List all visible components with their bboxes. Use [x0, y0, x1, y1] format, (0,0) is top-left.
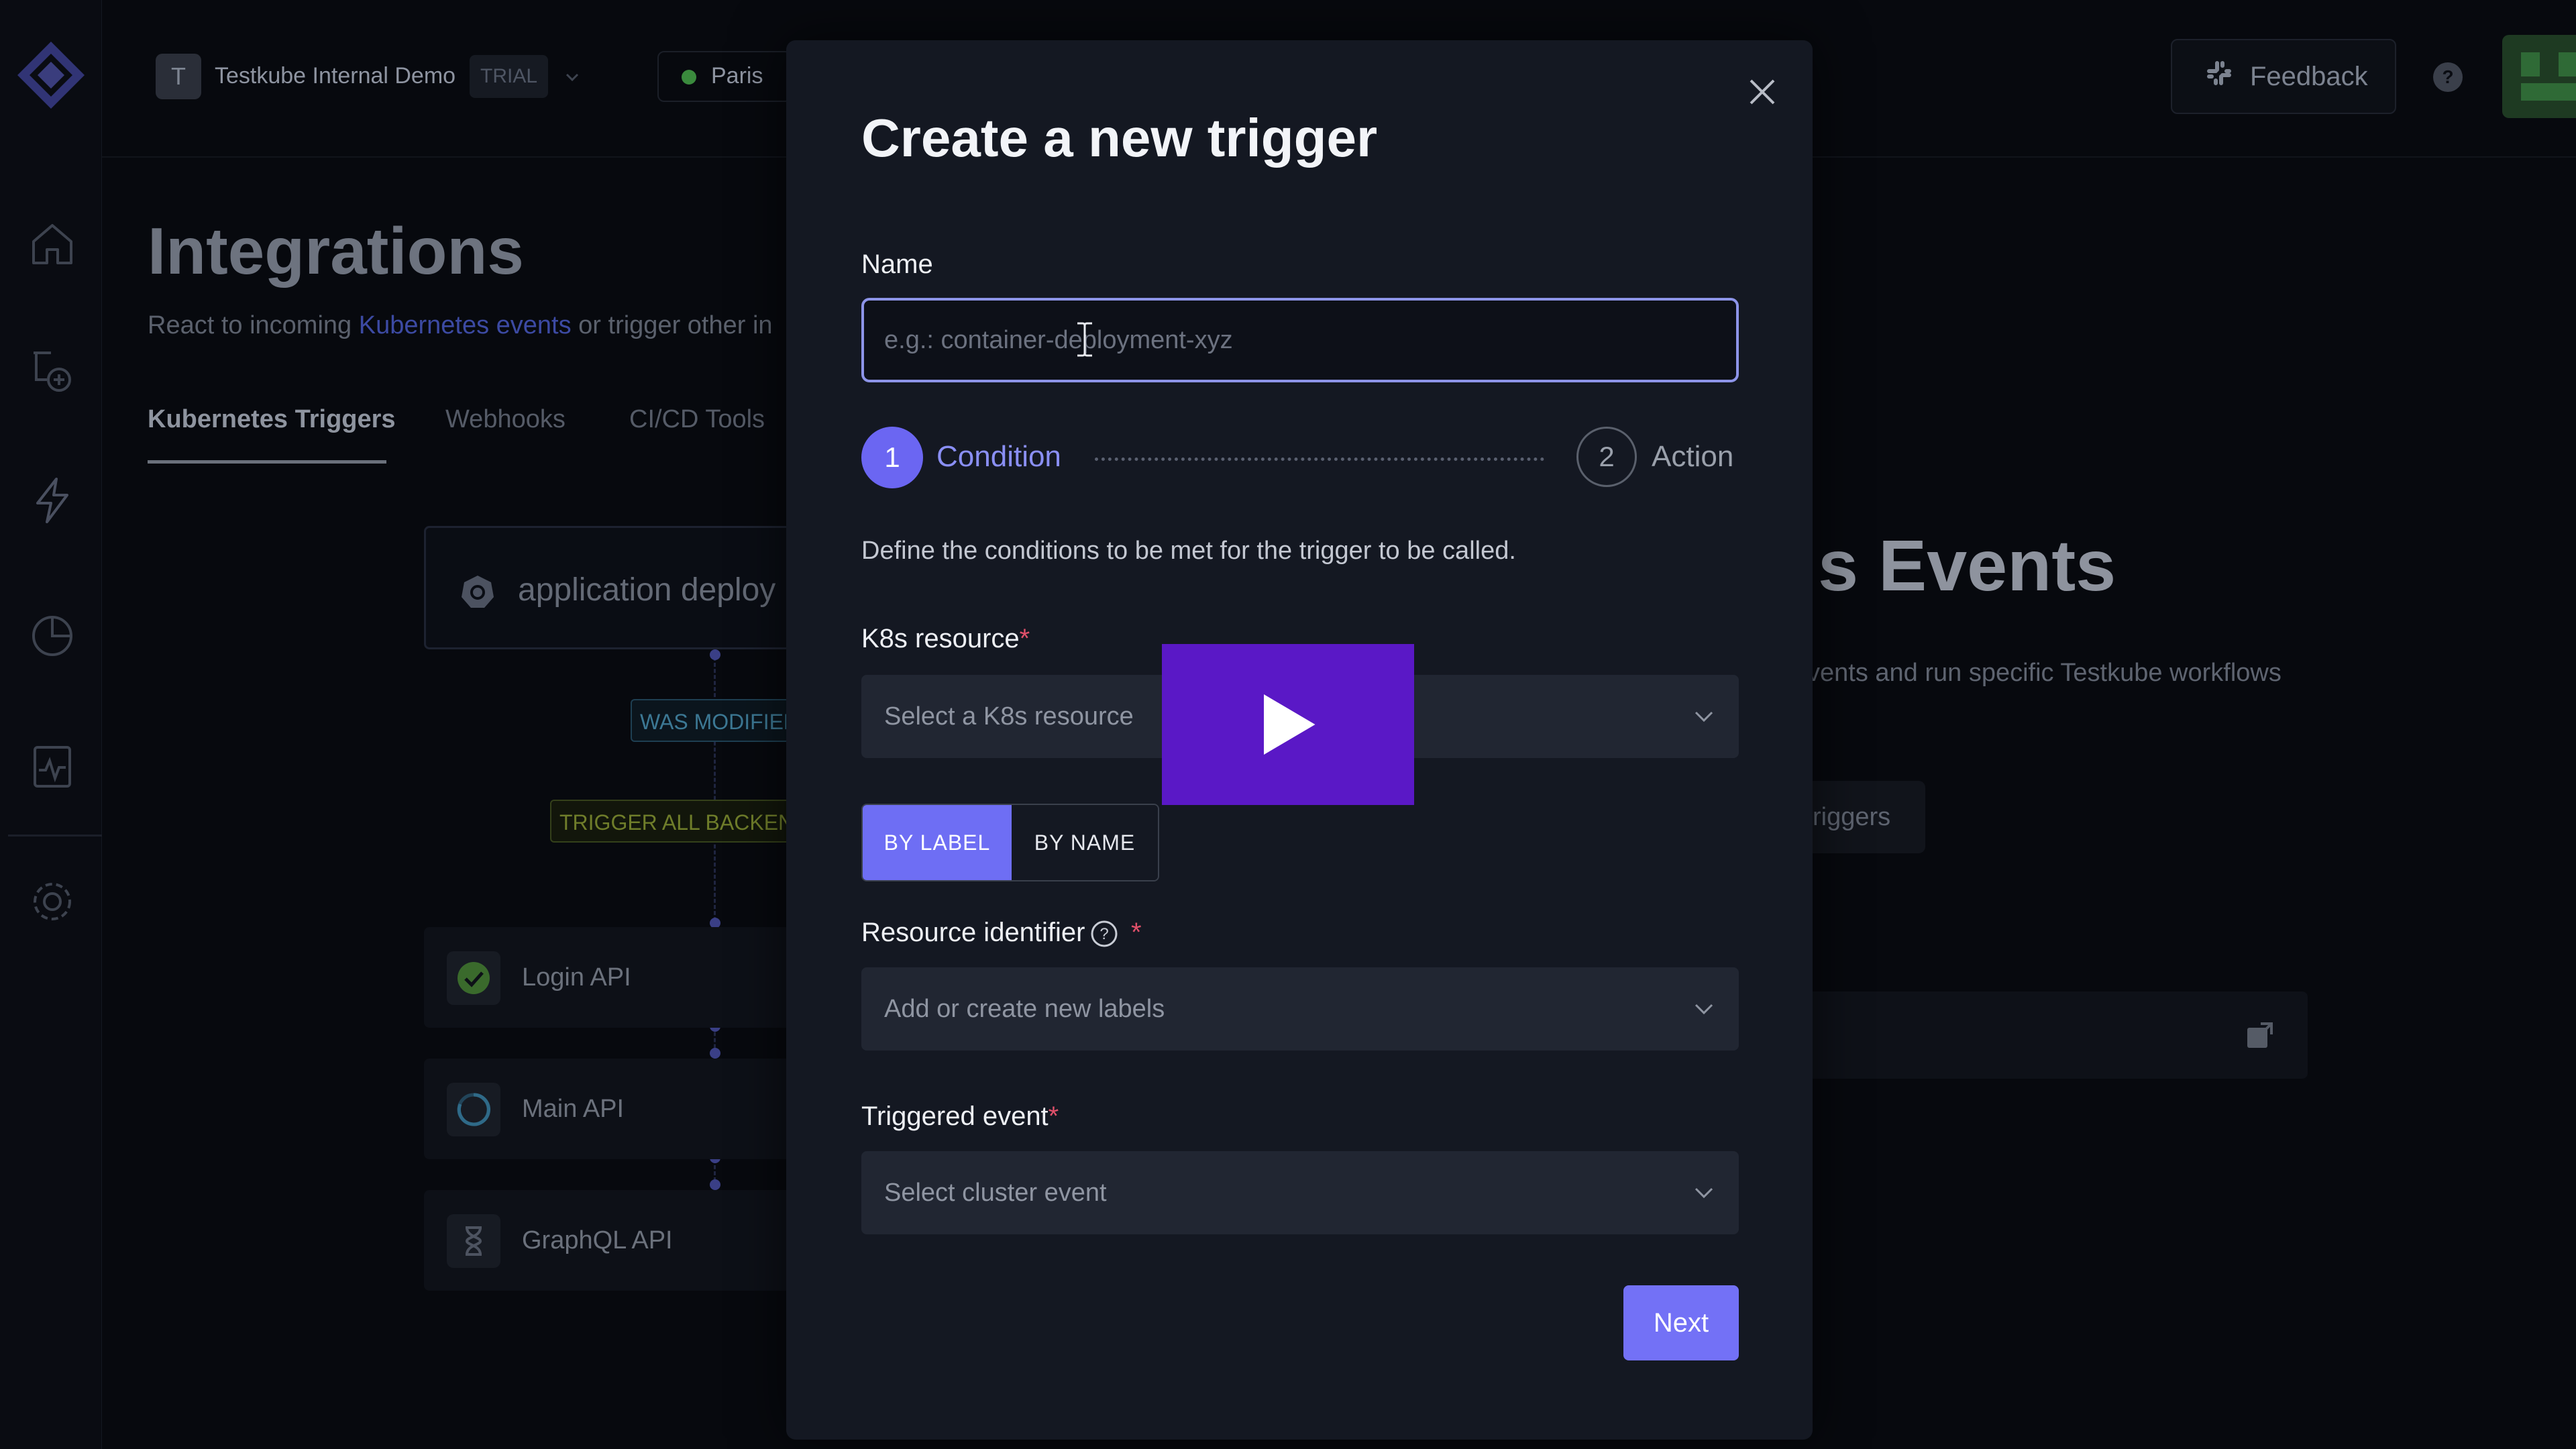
- trigger-card-title: application deploy: [518, 572, 776, 608]
- status-icon[interactable]: [27, 741, 78, 792]
- external-link-icon[interactable]: [2245, 1021, 2274, 1051]
- sidebar-divider: [8, 835, 102, 837]
- empty-state-title: s Events: [1818, 525, 2116, 606]
- org-avatar[interactable]: T: [156, 54, 201, 99]
- step-2-label: Action: [1652, 440, 1734, 473]
- video-play-overlay[interactable]: [1162, 644, 1414, 805]
- page-subtitle-suffix: or trigger other in: [571, 311, 773, 339]
- svg-text:?: ?: [1099, 925, 1108, 943]
- api-name-main: Main API: [522, 1095, 625, 1123]
- name-label: Name: [861, 250, 933, 279]
- text-cursor-icon: [1073, 321, 1096, 358]
- step-2-indicator: 2: [1576, 427, 1637, 487]
- api-name-login: Login API: [522, 963, 631, 991]
- tab-webhooks[interactable]: Webhooks: [445, 405, 566, 434]
- tab-cicd-tools[interactable]: CI/CD Tools: [629, 405, 765, 434]
- step-1-label: Condition: [936, 440, 1061, 473]
- flow-dot: [710, 1048, 720, 1059]
- by-name-button[interactable]: BY NAME: [1011, 805, 1158, 880]
- org-chevron-down-icon[interactable]: [565, 70, 580, 85]
- close-icon[interactable]: [1743, 72, 1782, 111]
- empty-state-link-row[interactable]: [1805, 991, 2308, 1079]
- kubernetes-icon: [460, 574, 495, 609]
- trigger-name-input[interactable]: [861, 298, 1739, 382]
- page-title: Integrations: [148, 214, 524, 288]
- step-connector: [1095, 458, 1544, 461]
- svg-text:?: ?: [2442, 66, 2453, 87]
- home-icon[interactable]: [27, 219, 78, 270]
- help-icon[interactable]: ?: [2431, 60, 2465, 94]
- tab-kubernetes-triggers[interactable]: Kubernetes Triggers: [148, 405, 396, 434]
- environment-name: Paris: [711, 63, 763, 89]
- empty-state-button[interactable]: riggers: [1798, 781, 1925, 853]
- triggered-event-label: Triggered event*: [861, 1102, 1059, 1132]
- passed-check-icon: [447, 951, 500, 1005]
- flow-dot: [710, 1179, 720, 1190]
- analytics-icon[interactable]: [27, 609, 78, 660]
- org-name[interactable]: Testkube Internal Demo: [215, 63, 455, 89]
- feedback-button[interactable]: Feedback: [2171, 39, 2396, 114]
- add-workflow-icon[interactable]: [27, 345, 78, 396]
- settings-icon[interactable]: [27, 876, 78, 927]
- sidebar: [0, 0, 102, 1449]
- by-label-button[interactable]: BY LABEL: [863, 805, 1012, 880]
- condition-pill: WAS MODIFIED: [631, 699, 809, 742]
- testkube-logo[interactable]: [15, 39, 87, 111]
- chevron-down-icon: [1695, 711, 1713, 722]
- running-spinner-icon: [447, 1083, 500, 1136]
- resource-identifier-select[interactable]: Add or create new labels: [861, 967, 1739, 1051]
- required-marker: *: [1131, 918, 1142, 947]
- lightning-icon[interactable]: [27, 475, 78, 526]
- environment-status-dot: [682, 70, 696, 85]
- page-subtitle: React to incoming Kubernetes events or t…: [148, 311, 773, 340]
- resource-identifier-label: Resource identifier: [861, 918, 1085, 947]
- chevron-down-icon: [1695, 1004, 1713, 1015]
- triggered-event-placeholder: Select cluster event: [884, 1178, 1107, 1207]
- api-name-graphql: GraphQL API: [522, 1226, 673, 1254]
- plan-badge: TRIAL: [470, 55, 549, 98]
- slack-icon: [2203, 57, 2235, 96]
- empty-state-subtitle: vents and run specific Testkube workflow…: [1807, 659, 2282, 687]
- modal-title: Create a new trigger: [861, 108, 1378, 168]
- resource-mode-toggle: BY LABEL BY NAME: [861, 804, 1159, 881]
- play-icon: [1264, 694, 1316, 755]
- required-marker: *: [1019, 624, 1030, 653]
- flow-dot: [710, 649, 720, 660]
- k8s-resource-placeholder: Select a K8s resource: [884, 702, 1134, 731]
- next-button[interactable]: Next: [1623, 1285, 1739, 1360]
- page-subtitle-prefix: React to incoming: [148, 311, 359, 339]
- triggered-event-select[interactable]: Select cluster event: [861, 1151, 1739, 1234]
- resource-identifier-placeholder: Add or create new labels: [884, 994, 1165, 1023]
- info-icon[interactable]: ?: [1089, 919, 1119, 949]
- user-avatar[interactable]: [2502, 35, 2576, 118]
- feedback-label: Feedback: [2250, 61, 2368, 91]
- required-marker: *: [1048, 1102, 1059, 1131]
- step-1-indicator: 1: [861, 427, 923, 488]
- triggered-event-label-text: Triggered event: [861, 1102, 1049, 1131]
- condition-description: Define the conditions to be met for the …: [861, 537, 1516, 565]
- k8s-resource-label: K8s resource*: [861, 624, 1030, 654]
- k8s-resource-label-text: K8s resource: [861, 624, 1020, 653]
- hourglass-icon: [447, 1214, 500, 1268]
- action-pill: TRIGGER ALL BACKEN: [550, 800, 804, 843]
- kubernetes-events-link[interactable]: Kubernetes events: [359, 311, 572, 339]
- active-tab-indicator: [148, 460, 386, 464]
- chevron-down-icon: [1695, 1187, 1713, 1199]
